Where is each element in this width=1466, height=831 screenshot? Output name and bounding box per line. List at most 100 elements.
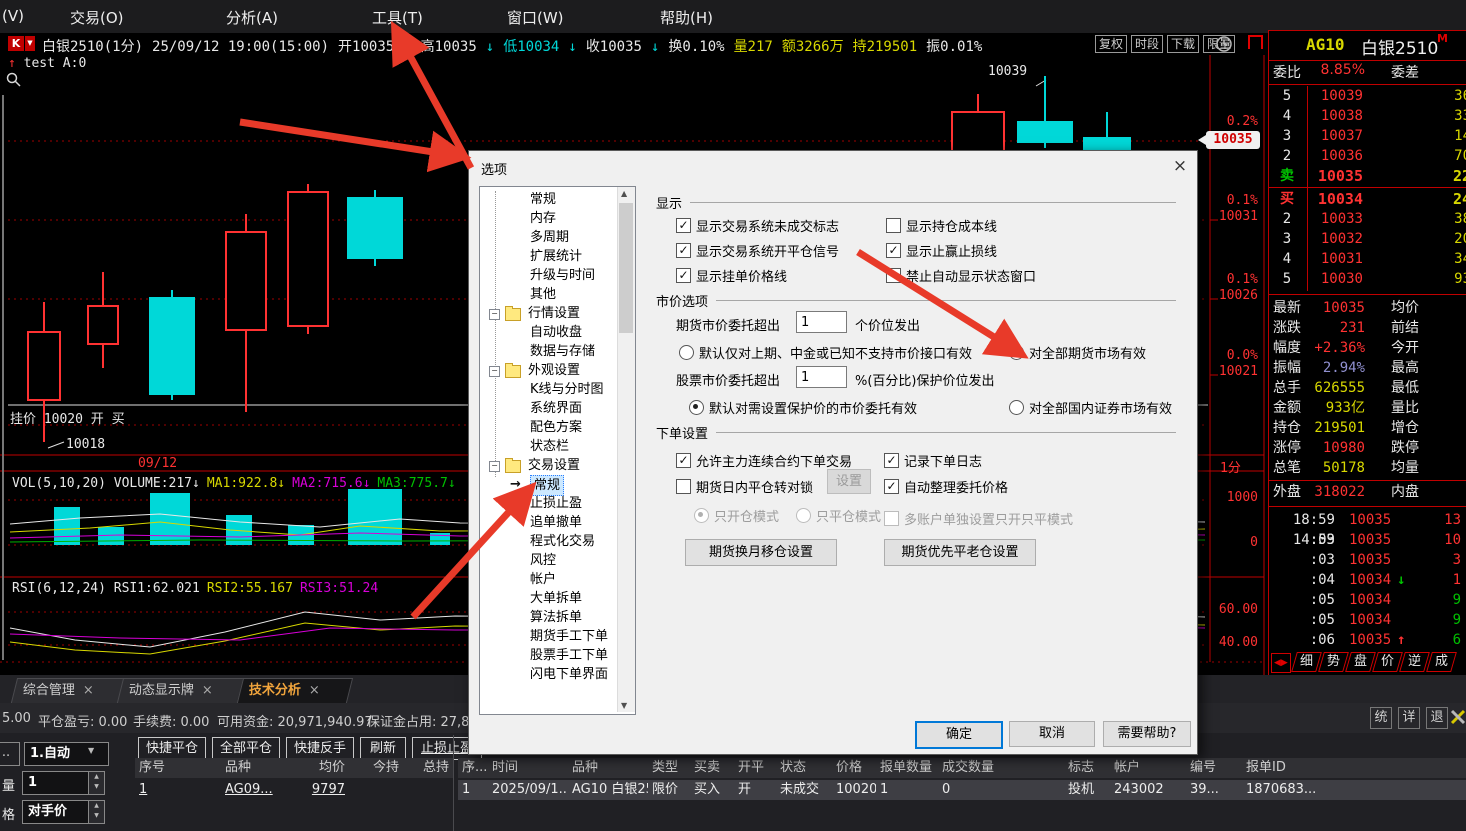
checkbox-禁止自动显示状态窗口[interactable]: 禁止自动显示状态窗口 (886, 263, 1036, 288)
close-old-settings-button[interactable]: 期货优先平老仓设置 (884, 539, 1036, 566)
tab-close-icon[interactable]: × (202, 683, 213, 698)
tree-item-多周期[interactable]: 多周期 (480, 228, 616, 247)
tree-item-帐户[interactable]: 帐户 (480, 570, 616, 589)
tick-row[interactable]: :03 10035 10 (1269, 530, 1466, 550)
menu-item-4[interactable]: 窗口(W) (507, 7, 564, 28)
tree-item-闪电下单界面[interactable]: 闪电下单界面 (480, 665, 616, 684)
book-row-sell-卖[interactable]: 卖 10035 22 (1269, 166, 1466, 186)
chart-toolbar-button-0[interactable]: 复权 (1095, 35, 1128, 53)
tree-item-数据与存储[interactable]: 数据与存储 (480, 342, 616, 361)
ord-cell-13[interactable]: 1870683... (1246, 780, 1452, 799)
dots-button[interactable]: .. (0, 742, 20, 766)
options-tree[interactable]: 常规 内存 多周期 扩展统计 升级与时间 其他 − 行情设置 自动收盘 数据与存储 − 外观设置 K线与… (479, 186, 636, 715)
cancel-button[interactable]: 取消 (1009, 721, 1095, 747)
radio-对全部期货市场有效[interactable]: 对全部期货市场有效 (1009, 343, 1146, 362)
checkbox-期货日内平仓转对锁[interactable]: 期货日内平仓转对锁 (676, 474, 813, 499)
ord-cell-2[interactable]: AG10 白银25... (572, 780, 648, 799)
kline-type-dropdown[interactable]: ▼ (25, 36, 35, 51)
checkbox-显示交易系统未成交标志[interactable]: ✓ 显示交易系统未成交标志 (676, 213, 839, 238)
checkbox-允许主力连续合约下单交易[interactable]: ✓ 允许主力连续合约下单交易 (676, 448, 852, 473)
status-button-退[interactable]: 退 (1426, 707, 1448, 729)
book-row-buy-4[interactable]: 4 10031 34 (1269, 249, 1466, 269)
tab-综合管理[interactable]: 综合管理 × (10, 678, 132, 703)
book-row-sell-2[interactable]: 2 10036 70 (1269, 146, 1466, 166)
tree-item-外观设置[interactable]: − 外观设置 (480, 361, 616, 380)
dialog-close-button[interactable]: × (1169, 155, 1191, 177)
tree-item-扩展统计[interactable]: 扩展统计 (480, 247, 616, 266)
chart-toolbar-button-1[interactable]: 时段 (1131, 35, 1164, 53)
tab-技术分析[interactable]: 技术分析 × (236, 678, 354, 703)
radio-默认对需设置保护价的市价委托有效[interactable]: 默认对需设置保护价的市价委托有效 (689, 398, 917, 417)
ord-cell-1[interactable]: 2025/09/1... (492, 780, 568, 799)
tree-item-系统界面[interactable]: 系统界面 (480, 399, 616, 418)
chart-toolbar-button-2[interactable]: 下载 (1167, 35, 1200, 53)
menu-item-0[interactable]: (V) (2, 7, 24, 25)
tick-row[interactable]: :05 10034 9 (1269, 610, 1466, 630)
qty-stepper[interactable]: ▲ ▼ (88, 771, 105, 795)
tick-row[interactable]: :06 10035 ↑ 6 (1269, 630, 1466, 650)
ord-cell-0[interactable]: 1 (462, 780, 488, 799)
axis-period-label[interactable]: 1分 (1220, 457, 1241, 476)
tree-item-程式化交易[interactable]: 程式化交易 (480, 532, 616, 551)
tree-item-自动收盘[interactable]: 自动收盘 (480, 323, 616, 342)
tree-item-常规[interactable]: 常规 (480, 190, 616, 209)
book-row-buy-2[interactable]: 2 10033 38 (1269, 209, 1466, 229)
ord-cell-10[interactable]: 投机 (1068, 780, 1110, 799)
rollover-settings-button[interactable]: 期货换月移仓设置 (685, 539, 837, 566)
tick-tab-pager[interactable]: ◀▶ (1271, 653, 1291, 673)
book-row-buy-5[interactable]: 5 10030 93 (1269, 269, 1466, 289)
menu-item-3[interactable]: 工具(T) (372, 7, 423, 28)
clock-icon[interactable] (1216, 36, 1232, 52)
tree-item-升级与时间[interactable]: 升级与时间 (480, 266, 616, 285)
ord-cell-6[interactable]: 未成交 (780, 780, 832, 799)
expand-box-icon[interactable]: − (489, 366, 500, 377)
tick-row[interactable]: 18:59 14:59 10035 13 (1269, 510, 1466, 548)
tree-item-大单拆单[interactable]: 大单拆单 (480, 589, 616, 608)
menu-item-1[interactable]: 交易(O) (70, 7, 124, 28)
radio-默认仅对上期、中金或已知不支持市价接口有效[interactable]: 默认仅对上期、中金或已知不支持市价接口有效 (679, 343, 972, 362)
order-mode-select[interactable]: 1.自动 (24, 742, 109, 766)
book-row-sell-5[interactable]: 5 10039 36 (1269, 86, 1466, 106)
tree-item-算法拆单[interactable]: 算法拆单 (480, 608, 616, 627)
tree-item-股票手工下单[interactable]: 股票手工下单 (480, 646, 616, 665)
scroll-up-icon[interactable]: ▲ (621, 189, 627, 198)
price-input[interactable]: 对手价 (22, 800, 91, 824)
tree-item-期货手工下单[interactable]: 期货手工下单 (480, 627, 616, 646)
tools-icon[interactable] (1450, 707, 1466, 731)
status-button-统[interactable]: 统 (1370, 707, 1392, 729)
tick-tab-逆[interactable]: 逆 (1399, 652, 1430, 672)
tick-tab-细[interactable]: 细 (1290, 652, 1322, 672)
menu-item-2[interactable]: 分析(A) (226, 7, 278, 28)
checkbox-记录下单日志[interactable]: ✓ 记录下单日志 (884, 448, 982, 473)
tick-row[interactable]: :04 10034 ↓ 1 (1269, 570, 1466, 590)
tree-item-追单撤单[interactable]: 追单撤单 (480, 513, 616, 532)
ord-cell-12[interactable]: 39... (1190, 780, 1242, 799)
checkbox-显示持仓成本线[interactable]: 显示持仓成本线 (886, 213, 1036, 238)
ok-button[interactable]: 确定 (915, 721, 1003, 749)
tree-item-风控[interactable]: 风控 (480, 551, 616, 570)
positions-table[interactable]: 序号 品种 均价 今持 总持 1 AG09... 9797 (135, 758, 453, 831)
tab-close-icon[interactable]: × (309, 683, 320, 698)
pos-cell-0[interactable]: 1 (139, 780, 219, 799)
stock-mkt-input[interactable] (796, 366, 847, 388)
book-row-buy-3[interactable]: 3 10032 20 (1269, 229, 1466, 249)
ord-cell-3[interactable]: 限价 (652, 780, 690, 799)
tree-scrollbar[interactable]: ▲ ▼ (617, 187, 635, 712)
checkbox-显示止赢止损线[interactable]: ✓ 显示止赢止损线 (886, 238, 1036, 263)
scroll-down-icon[interactable]: ▼ (621, 701, 627, 710)
scroll-thumb[interactable] (619, 203, 633, 333)
radio-对全部国内证券市场有效[interactable]: 对全部国内证券市场有效 (1009, 398, 1172, 417)
tree-item-常规[interactable]: → 常规 (480, 475, 616, 496)
ord-cell-7[interactable]: 10020 (836, 780, 876, 799)
pos-cell-2[interactable]: 9797 (285, 780, 345, 799)
tick-row[interactable]: :03 10035 3 (1269, 550, 1466, 570)
tree-item-K线与分时图[interactable]: K线与分时图 (480, 380, 616, 399)
expand-box-icon[interactable]: − (489, 461, 500, 472)
quick-button-1[interactable]: 全部平仓 (212, 737, 280, 760)
checkbox-自动整理委托价格[interactable]: ✓ 自动整理委托价格 (884, 474, 1008, 499)
quick-button-2[interactable]: 快捷反手 (286, 737, 354, 760)
status-button-详[interactable]: 详 (1398, 707, 1420, 729)
tree-item-状态栏[interactable]: 状态栏 (480, 437, 616, 456)
mode-select-arrow-icon[interactable]: ▼ (88, 746, 94, 755)
tree-item-配色方案[interactable]: 配色方案 (480, 418, 616, 437)
